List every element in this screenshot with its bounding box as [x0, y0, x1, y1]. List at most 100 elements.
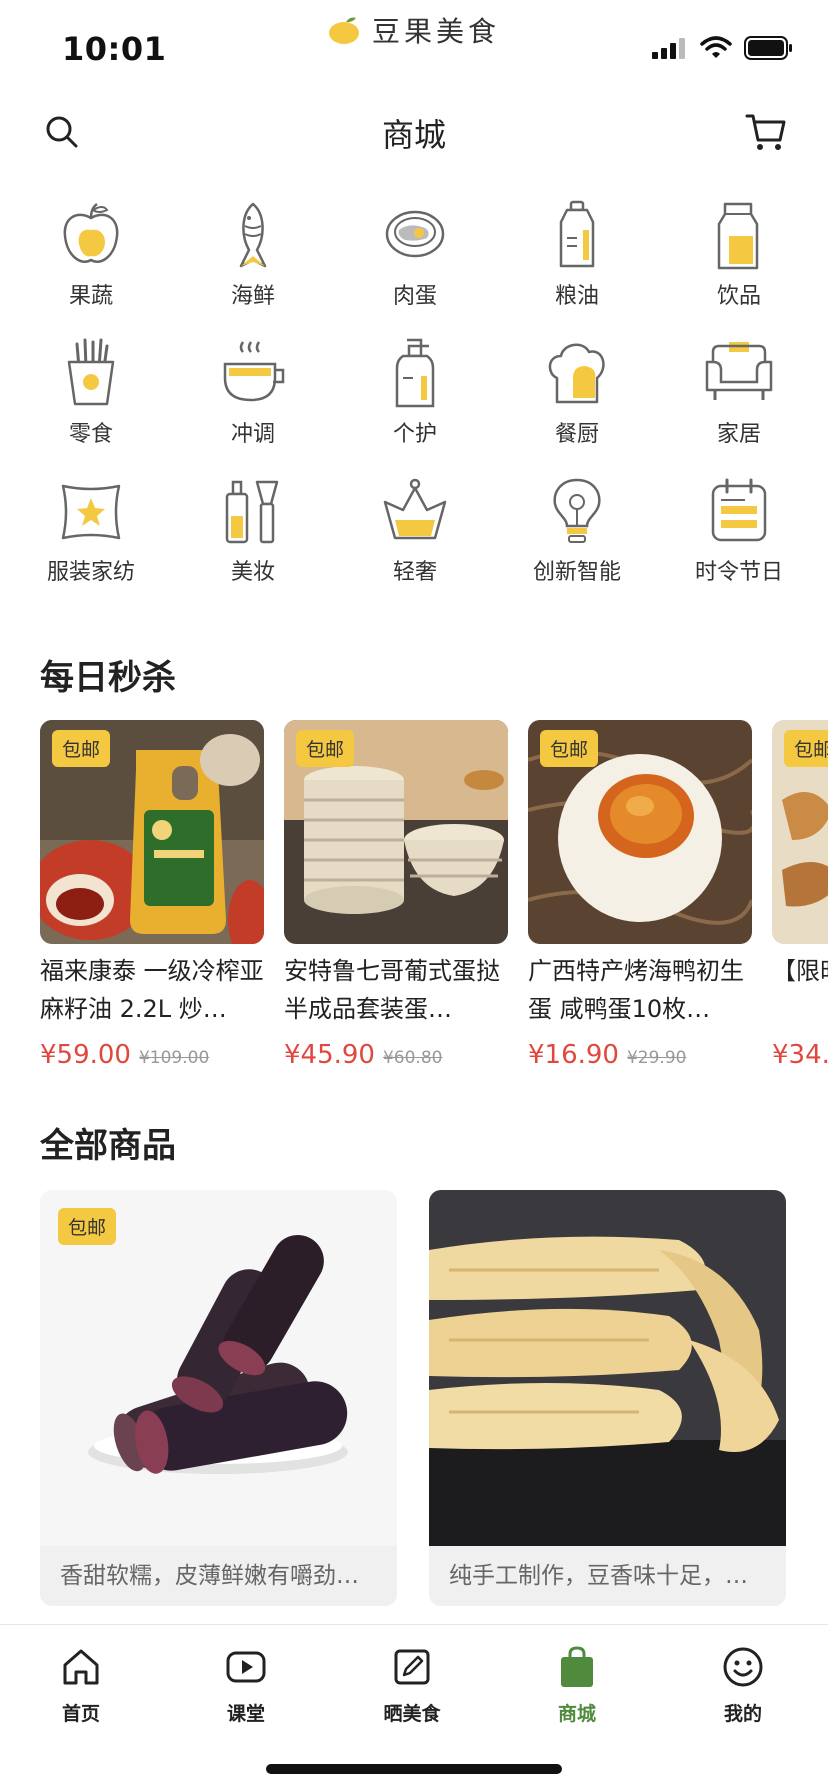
category-item-kitchen[interactable]: 餐厨 — [496, 338, 658, 450]
top-nav-bar: 商城 — [0, 96, 828, 172]
signal-icon — [652, 38, 685, 59]
tab-label: 课堂 — [226, 1703, 265, 1725]
home-indicator[interactable] — [266, 1764, 562, 1774]
category-label: 创新智能 — [532, 560, 621, 585]
tab-mall[interactable]: 商城 — [517, 1645, 637, 1726]
crown-icon — [383, 478, 447, 540]
page-title: 商城 — [381, 116, 446, 154]
free-shipping-badge: 包邮 — [296, 730, 355, 767]
category-label: 时令节日 — [694, 560, 783, 585]
cosmetics-icon — [225, 480, 279, 544]
category-label: 冲调 — [230, 422, 275, 447]
price-row: ¥34.9 — [772, 1040, 828, 1070]
product-image-tofu-skin — [429, 1190, 786, 1546]
tab-share-food[interactable]: 晒美食 — [352, 1645, 472, 1726]
sale-price: ¥16.90 — [528, 1040, 619, 1070]
milk-carton-icon — [717, 202, 759, 270]
tab-label: 商城 — [557, 1703, 596, 1725]
oil-bottle-icon — [559, 200, 595, 268]
cup-icon — [223, 341, 285, 402]
play-icon — [226, 1651, 266, 1683]
pillow-icon — [61, 484, 121, 540]
category-item-beverage-mix[interactable]: 冲调 — [172, 338, 334, 450]
price-row: ¥59.00 ¥109.00 — [40, 1040, 264, 1070]
status-bar: 10:01 豆果美食 — [0, 0, 828, 96]
category-item-seasonal[interactable]: 时令节日 — [658, 476, 820, 588]
category-item-meat-egg[interactable]: 肉蛋 — [334, 200, 496, 312]
home-icon — [63, 1649, 99, 1685]
tab-classroom[interactable]: 课堂 — [186, 1645, 306, 1726]
free-shipping-badge: 包邮 — [52, 730, 111, 767]
tab-label: 晒美食 — [383, 1703, 441, 1725]
category-label: 餐厨 — [554, 422, 599, 447]
chef-hat-icon — [548, 343, 605, 404]
price-row: ¥16.90 ¥29.90 — [528, 1040, 752, 1070]
flash-sale-card[interactable]: 包邮 福来康泰 一级冷榨亚麻籽油 2.2L 炒… ¥59.00 ¥109.00 — [40, 720, 264, 1070]
free-shipping-badge: 包邮 — [784, 730, 828, 767]
app-name: 豆果美食 — [372, 15, 501, 48]
flash-sale-card[interactable]: 包邮 安特鲁七哥葡式蛋挞半成品套装蛋… ¥45.90 ¥60.80 — [284, 720, 508, 1070]
app-brand: 豆果美食 — [328, 10, 500, 50]
product-name: 【限时 海 天… — [772, 957, 828, 985]
category-item-home[interactable]: 家居 — [658, 338, 820, 450]
tab-mine[interactable]: 我的 — [683, 1645, 803, 1726]
goods-card[interactable]: 纯手工制作，豆香味十足，… — [429, 1190, 786, 1606]
battery-icon — [744, 36, 792, 60]
category-item-fruit-veg[interactable]: 果蔬 — [10, 200, 172, 312]
category-item-grain-oil[interactable]: 粮油 — [496, 200, 658, 312]
edit-icon — [394, 1649, 430, 1685]
category-item-smart[interactable]: 创新智能 — [496, 476, 658, 588]
original-price: ¥60.80 — [382, 1048, 443, 1068]
flash-sale-card[interactable]: 包邮 广西特产烤海鸭初生蛋 咸鸭蛋10枚… ¥16.90 ¥29.90 — [528, 720, 752, 1070]
category-label: 肉蛋 — [392, 284, 437, 309]
status-icons — [652, 36, 794, 60]
goods-caption: 纯手工制作，豆香味十足，… — [429, 1546, 786, 1606]
original-price: ¥29.90 — [626, 1048, 687, 1068]
category-label: 轻奢 — [392, 560, 437, 585]
calendar-icon — [711, 478, 767, 542]
product-name: 福来康泰 一级冷榨亚麻籽油 2.2L 炒… — [40, 957, 264, 1023]
tab-label: 我的 — [723, 1703, 762, 1725]
category-item-luxury[interactable]: 轻奢 — [334, 476, 496, 588]
product-image-partial: 包邮 — [772, 720, 828, 944]
category-label: 饮品 — [716, 284, 761, 309]
all-goods-title: 全部商品 — [40, 1126, 176, 1166]
tab-home[interactable]: 首页 — [21, 1645, 141, 1726]
bulb-icon — [553, 478, 601, 543]
category-label: 海鲜 — [230, 284, 275, 309]
product-image-salted-egg: 包邮 — [528, 720, 752, 944]
category-item-drinks[interactable]: 饮品 — [658, 200, 820, 312]
category-item-cosmetics[interactable]: 美妆 — [172, 476, 334, 588]
meat-icon — [385, 210, 445, 258]
sofa-icon — [705, 342, 773, 400]
category-item-clothing[interactable]: 服装家纺 — [10, 476, 172, 588]
free-shipping-badge: 包邮 — [58, 1208, 117, 1245]
product-image-linseed-oil: 包邮 — [40, 720, 264, 944]
category-item-seafood[interactable]: 海鲜 — [172, 200, 334, 312]
cart-icon[interactable] — [744, 110, 788, 154]
fish-icon — [239, 202, 267, 268]
category-label: 零食 — [68, 422, 113, 447]
fries-icon — [67, 338, 115, 406]
product-image-egg-tart: 包邮 — [284, 720, 508, 944]
product-image-black-corn: 包邮 — [40, 1190, 397, 1546]
product-name: 安特鲁七哥葡式蛋挞半成品套装蛋… — [284, 957, 500, 1023]
mango-logo-icon — [329, 17, 359, 44]
category-grid: 果蔬 海鲜 肉蛋 粮油 饮品 零食 冲调 个护 餐厨 家居 服装家纺 美妆 轻奢… — [10, 200, 820, 588]
category-item-snacks[interactable]: 零食 — [10, 338, 172, 450]
category-label: 粮油 — [554, 284, 599, 309]
sale-price: ¥45.90 — [284, 1040, 375, 1070]
goods-card[interactable]: 包邮 香甜软糯，皮薄鲜嫩有嚼劲… — [40, 1190, 397, 1606]
status-time: 10:01 — [62, 30, 167, 68]
sale-price: ¥34.9 — [772, 1040, 828, 1070]
lotion-icon — [395, 338, 435, 408]
smiley-icon — [723, 1647, 763, 1687]
flash-sale-card[interactable]: 包邮 【限时 海 天… ¥34.9 — [772, 720, 828, 1070]
flash-sale-list: 包邮 福来康泰 一级冷榨亚麻籽油 2.2L 炒… ¥59.00 ¥109.00 … — [40, 720, 828, 1080]
tab-label: 首页 — [61, 1703, 100, 1725]
category-label: 服装家纺 — [46, 560, 135, 585]
apple-icon — [63, 202, 119, 263]
category-item-personal-care[interactable]: 个护 — [334, 338, 496, 450]
sale-price: ¥59.00 — [40, 1040, 131, 1070]
price-row: ¥45.90 ¥60.80 — [284, 1040, 508, 1070]
